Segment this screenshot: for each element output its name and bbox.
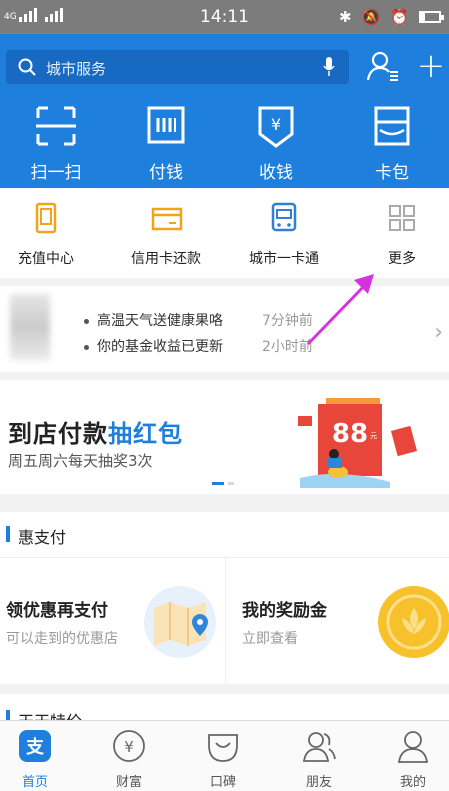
yuan-receive-icon: ¥ <box>258 106 294 148</box>
svg-text:¥: ¥ <box>271 115 281 134</box>
banner-subtitle: 周五周六每天抽奖3次 <box>8 452 153 470</box>
tab-label: 财富 <box>115 775 142 790</box>
status-bar: 4G 14:11 ✱ 🔕 ⏰ <box>0 0 449 34</box>
search-icon <box>18 58 36 76</box>
transit-card-icon <box>271 202 297 232</box>
microphone-icon[interactable] <box>323 57 335 77</box>
service-label: 信用卡还款 <box>131 251 201 267</box>
service-topup[interactable]: 充值中心 <box>0 202 102 268</box>
tab-friends[interactable]: 朋友 <box>274 729 364 790</box>
add-plus-button[interactable]: + <box>412 48 449 86</box>
card-coupon-pay[interactable]: 领优惠再支付 可以走到的优惠店 <box>0 558 224 684</box>
search-placeholder: 城市服务 <box>46 60 107 78</box>
service-label: 更多 <box>388 251 416 267</box>
badge-number: 88 <box>332 419 368 449</box>
section-header-discount: 惠支付 <box>0 512 449 558</box>
home-header: 城市服务 + 扫一扫 付钱 ¥ 收钱 卡包 <box>0 34 449 188</box>
profile-icon <box>397 731 429 763</box>
blurred-avatar <box>10 294 50 360</box>
quick-action-pay[interactable]: 付钱 <box>110 104 222 183</box>
scan-icon <box>36 106 76 146</box>
gold-coin-icon <box>378 586 449 658</box>
discount-cards: 领优惠再支付 可以走到的优惠店 我的奖励金 立即查看 <box>0 558 449 684</box>
red-packet-illustration: 88 元 <box>298 398 418 488</box>
map-location-icon <box>144 586 216 658</box>
service-transit-card[interactable]: 城市一卡通 <box>228 202 340 268</box>
tab-profile[interactable]: 我的 <box>368 729 449 790</box>
tab-label: 朋友 <box>305 775 332 790</box>
tab-label: 首页 <box>21 775 48 790</box>
tab-label: 我的 <box>399 775 426 790</box>
banner-title: 到店付款抽红包 <box>8 420 183 448</box>
annotation-arrow <box>306 274 374 346</box>
notification-item: 你的基金收益已更新 2小时前 <box>84 336 313 356</box>
credit-card-icon <box>151 207 183 231</box>
card-subtitle: 立即查看 <box>242 631 298 647</box>
quick-action-label: 卡包 <box>375 163 409 183</box>
svg-text:¥: ¥ <box>124 738 134 756</box>
service-label: 城市一卡通 <box>249 251 319 267</box>
contacts-button[interactable] <box>364 48 402 86</box>
contacts-icon <box>366 51 398 81</box>
quick-action-label: 收钱 <box>259 163 293 183</box>
alarm-icon: ⏰ <box>390 8 409 26</box>
tab-wealth[interactable]: ¥ 财富 <box>84 729 174 790</box>
tab-label: 口碑 <box>209 775 236 790</box>
badge-unit: 元 <box>370 432 377 440</box>
barcode-pay-icon <box>147 106 185 144</box>
koubei-icon <box>208 734 238 762</box>
card-title: 我的奖励金 <box>242 601 327 621</box>
tab-home[interactable]: 支 首页 <box>0 729 80 790</box>
friends-icon <box>302 732 336 762</box>
bottom-tab-bar: 支 首页 ¥ 财富 口碑 朋友 我的 <box>0 720 449 791</box>
card-wallet-icon <box>374 106 410 146</box>
card-title: 领优惠再支付 <box>6 601 108 621</box>
notification-item: 高温天气送健康果咯 7分钟前 <box>84 310 313 330</box>
wealth-icon: ¥ <box>113 730 145 762</box>
service-label: 充值中心 <box>18 251 74 267</box>
quick-action-cards[interactable]: 卡包 <box>336 104 448 183</box>
notification-panel[interactable]: 高温天气送健康果咯 7分钟前 你的基金收益已更新 2小时前 › <box>0 286 449 372</box>
card-subtitle: 可以走到的优惠店 <box>6 631 118 647</box>
service-credit-card[interactable]: 信用卡还款 <box>110 202 222 268</box>
phone-topup-icon <box>35 202 57 234</box>
mute-icon: 🔕 <box>361 8 381 26</box>
promo-banner[interactable]: 到店付款抽红包 周五周六每天抽奖3次 88 元 <box>0 380 449 494</box>
alipay-home-icon: 支 <box>19 730 51 762</box>
plus-icon: + <box>416 46 446 86</box>
grid-more-icon <box>389 205 415 231</box>
quick-action-label: 付钱 <box>149 163 183 183</box>
card-rewards[interactable]: 我的奖励金 立即查看 <box>225 558 449 684</box>
bluetooth-icon: ✱ <box>339 8 352 26</box>
chevron-right-icon: › <box>434 320 443 345</box>
search-bar[interactable]: 城市服务 <box>6 50 349 84</box>
quick-action-label: 扫一扫 <box>30 163 82 183</box>
quick-action-scan[interactable]: 扫一扫 <box>0 104 112 183</box>
section-title: 惠支付 <box>18 528 67 547</box>
carousel-dots <box>212 482 234 485</box>
tab-koubei[interactable]: 口碑 <box>178 729 268 790</box>
service-more[interactable]: 更多 <box>346 202 449 268</box>
services-grid: 充值中心 信用卡还款 城市一卡通 更多 <box>0 188 449 278</box>
quick-action-receive[interactable]: ¥ 收钱 <box>220 104 332 183</box>
svg-text:支: 支 <box>25 736 45 758</box>
battery-icon <box>419 11 444 23</box>
